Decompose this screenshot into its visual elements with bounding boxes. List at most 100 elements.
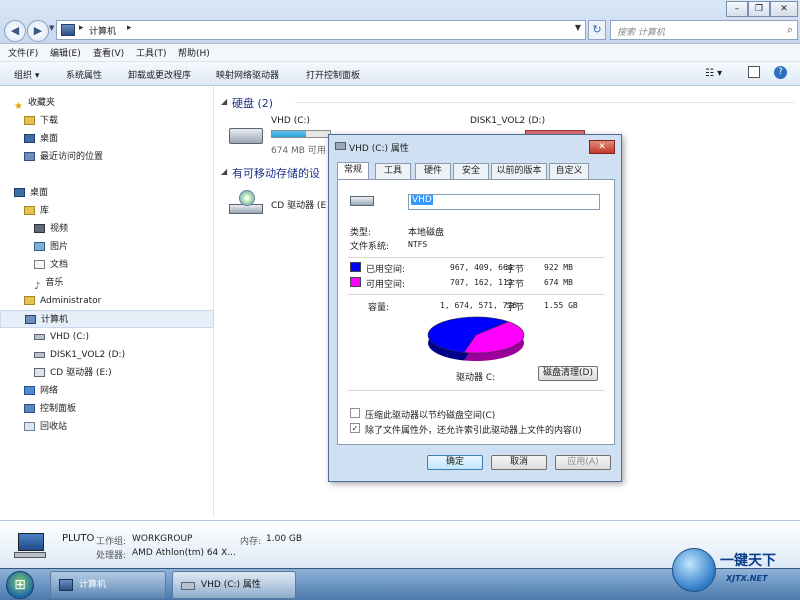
history-dropdown-icon[interactable]: ▼ <box>49 24 54 32</box>
chevron-down-icon[interactable]: ▼ <box>575 23 581 32</box>
navigation-pane: ★ 收藏夹 下载 桌面 最近访问的位置 桌面 库 视频 图片 文档 ♪ 音乐 Adm… <box>0 86 214 518</box>
organize-button[interactable]: 组织 ▾ <box>14 68 39 81</box>
nav-pictures[interactable]: 图片 <box>0 238 214 256</box>
free-space-unit: 字节 <box>506 280 525 290</box>
used-space-label: 已用空间: <box>366 265 406 275</box>
capacity-label: 容量: <box>368 303 390 313</box>
hard-disks-group-header[interactable]: 硬盘 (2) <box>232 95 273 111</box>
tab-hardware[interactable]: 硬件 <box>415 163 451 179</box>
map-network-drive-button[interactable]: 映射网络驱动器 <box>216 68 279 81</box>
removable-storage-group-header[interactable]: 有可移动存储的设 <box>232 165 320 181</box>
search-placeholder: 搜索 计算机 <box>617 28 665 38</box>
nav-documents[interactable]: 文档 <box>0 256 214 274</box>
menu-view[interactable]: 查看(V) <box>93 46 124 59</box>
nav-library[interactable]: 库 <box>0 202 214 220</box>
view-options-icon[interactable]: ☷ ▾ <box>705 68 722 79</box>
system-properties-button[interactable]: 系统属性 <box>66 68 102 81</box>
collapse-arrow-icon[interactable]: ◢ <box>221 167 227 176</box>
index-label[interactable]: 除了文件属性外，还允许索引此驱动器上文件的内容(I) <box>365 423 582 436</box>
compress-label[interactable]: 压缩此驱动器以节约磁盘空间(C) <box>365 408 495 421</box>
tab-previous-versions[interactable]: 以前的版本 <box>491 163 547 179</box>
tab-customize[interactable]: 自定义 <box>549 163 589 179</box>
dialog-title: VHD (C:) 属性 <box>349 144 409 154</box>
disk-cleanup-button[interactable]: 磁盘清理(D) <box>538 366 598 381</box>
used-space-swatch <box>350 262 361 272</box>
nav-computer[interactable]: 计算机 <box>0 310 214 328</box>
minimize-button[interactable]: – <box>726 1 748 17</box>
drive-e-name[interactable]: CD 驱动器 (E <box>271 198 326 211</box>
forward-button[interactable]: ▶ <box>27 20 49 42</box>
desktop-icon <box>24 134 35 143</box>
free-space-size: 674 MB <box>544 278 573 287</box>
menu-edit[interactable]: 编辑(E) <box>50 46 81 59</box>
nav-network[interactable]: 网络 <box>0 382 214 400</box>
back-button[interactable]: ◀ <box>4 20 26 42</box>
video-library-icon <box>34 224 45 233</box>
address-bar[interactable]: ▸ 计算机 ▸ ▼ <box>56 20 586 40</box>
chevron-right-icon[interactable]: ▸ <box>127 23 132 33</box>
picture-library-icon <box>34 242 45 251</box>
nav-drive-d[interactable]: DISK1_VOL2 (D:) <box>0 346 214 364</box>
dialog-close-button[interactable]: ✕ <box>589 140 615 154</box>
nav-desktop[interactable]: 桌面 <box>0 184 214 202</box>
drive-d-name[interactable]: DISK1_VOL2 (D:) <box>470 116 545 126</box>
search-input[interactable]: 搜索 计算机 ⌕ <box>610 20 798 40</box>
index-checkbox[interactable]: ✓ <box>350 423 360 433</box>
type-value: 本地磁盘 <box>408 228 445 238</box>
hard-drive-icon[interactable] <box>229 128 263 144</box>
nav-videos[interactable]: 视频 <box>0 220 214 238</box>
tab-general[interactable]: 常规 <box>337 162 369 179</box>
chevron-right-icon[interactable]: ▸ <box>79 23 84 33</box>
taskbar-item-computer[interactable]: 计算机 <box>50 571 166 599</box>
apply-button[interactable]: 应用(A) <box>555 455 611 470</box>
nav-fav-desktop[interactable]: 桌面 <box>0 130 214 148</box>
nav-administrator[interactable]: Administrator <box>0 292 214 310</box>
cd-drive-icon <box>34 368 45 377</box>
globe-icon <box>672 548 716 592</box>
hard-drive-icon <box>335 142 346 150</box>
cancel-button[interactable]: 取消 <box>491 455 547 470</box>
menu-file[interactable]: 文件(F) <box>8 46 38 59</box>
refresh-button[interactable]: ↻ <box>588 20 606 40</box>
downloads-folder-icon <box>24 116 35 125</box>
logo-text-url: XJTX.NET <box>726 574 768 583</box>
close-button[interactable]: ✕ <box>770 1 798 17</box>
maximize-button[interactable]: ❐ <box>748 1 770 17</box>
nav-music[interactable]: ♪ 音乐 <box>0 274 214 292</box>
free-space-bytes: 707, 162, 112 <box>450 278 513 287</box>
nav-favorites[interactable]: ★ 收藏夹 <box>0 94 214 112</box>
address-segment[interactable]: 计算机 <box>89 24 116 37</box>
help-icon[interactable]: ? <box>774 66 787 79</box>
drive-letter-label: 驱动器 C: <box>456 373 496 383</box>
command-bar: 组织 ▾ 系统属性 卸载或更改程序 映射网络驱动器 打开控制面板 ☷ ▾ ? <box>0 62 800 86</box>
nav-downloads[interactable]: 下载 <box>0 112 214 130</box>
preview-pane-icon[interactable] <box>748 66 760 78</box>
compress-checkbox[interactable] <box>350 408 360 418</box>
computer-icon <box>61 24 75 36</box>
menu-tools[interactable]: 工具(T) <box>136 46 167 59</box>
uninstall-program-button[interactable]: 卸载或更改程序 <box>128 68 191 81</box>
cd-drive-icon[interactable] <box>229 190 263 216</box>
collapse-arrow-icon[interactable]: ◢ <box>221 97 227 106</box>
control-panel-icon <box>24 404 35 413</box>
nav-drive-c[interactable]: VHD (C:) <box>0 328 214 346</box>
menu-help[interactable]: 帮助(H) <box>178 46 210 59</box>
memory-label: 内存: <box>240 537 262 547</box>
volume-name-input[interactable]: VHD <box>408 194 600 210</box>
nav-recycle-bin[interactable]: 回收站 <box>0 418 214 436</box>
taskbar-item-properties[interactable]: VHD (C:) 属性 <box>172 571 296 599</box>
processor-label: 处理器: <box>96 551 127 561</box>
open-control-panel-button[interactable]: 打开控制面板 <box>306 68 360 81</box>
disk-usage-pie <box>427 316 525 361</box>
drive-c-name[interactable]: VHD (C:) <box>271 116 310 126</box>
nav-recent[interactable]: 最近访问的位置 <box>0 148 214 166</box>
start-button[interactable]: ⊞ <box>6 571 34 599</box>
tab-tools[interactable]: 工具 <box>375 163 411 179</box>
ok-button[interactable]: 确定 <box>427 455 483 470</box>
search-icon[interactable]: ⌕ <box>787 23 793 37</box>
nav-control-panel[interactable]: 控制面板 <box>0 400 214 418</box>
computer-icon <box>14 533 46 559</box>
workgroup-value: WORKGROUP <box>132 534 193 544</box>
tab-security[interactable]: 安全 <box>453 163 489 179</box>
nav-drive-e[interactable]: CD 驱动器 (E:) <box>0 364 214 382</box>
